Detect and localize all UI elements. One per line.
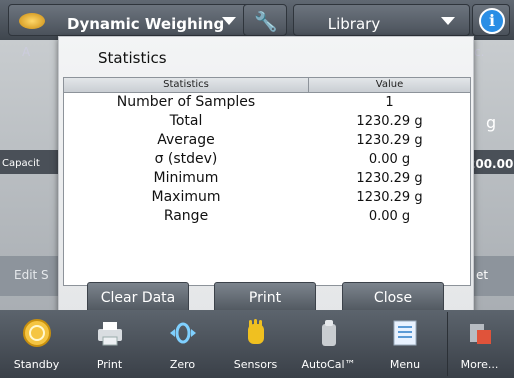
library-selector[interactable]: Library — [293, 4, 470, 36]
standby-button[interactable]: Standby — [0, 310, 73, 378]
print-dock-button[interactable]: Print — [73, 310, 146, 378]
wrench-icon: 🔧 — [254, 11, 278, 33]
menu-label: Menu — [389, 358, 421, 371]
dialog-title: Statistics — [98, 49, 167, 67]
balance-screen: A c. g Capacit 200.00 Edit S et Dynamic … — [0, 0, 514, 378]
mode-dropdown-icon — [222, 17, 236, 25]
stat-value: 1230.29 g — [356, 171, 423, 186]
column-header-statistics: Statistics — [163, 79, 209, 90]
sensors-label: Sensors — [233, 358, 278, 371]
sensors-button[interactable]: Sensors — [219, 310, 292, 378]
printer-icon — [97, 322, 122, 346]
dynamic-weighing-icon — [19, 13, 45, 29]
set-button-label: et — [476, 268, 489, 282]
more-button[interactable]: More... — [445, 310, 514, 378]
weight-unit: g — [486, 113, 497, 132]
more-icon — [469, 324, 491, 344]
hand-sensor-icon — [247, 319, 264, 344]
statistics-table: Statistics Value Number of Samples 1 Tot… — [63, 77, 471, 286]
table-header: Statistics Value — [64, 78, 470, 93]
info-icon: i — [479, 8, 505, 34]
column-header-value: Value — [375, 79, 404, 90]
table-row: Range 0.00 g — [64, 207, 470, 226]
capacity-label: Capacit — [2, 158, 40, 169]
stat-value: 1230.29 g — [356, 114, 423, 129]
table-row: Average 1230.29 g — [64, 131, 470, 150]
top-bar: Dynamic Weighing 🔧 Library i — [0, 0, 514, 40]
edit-button-label: Edit S — [14, 268, 49, 282]
calibration-weight-icon — [321, 320, 336, 346]
zero-label: Zero — [169, 358, 196, 371]
menu-button[interactable]: Menu — [365, 310, 445, 378]
autocal-label: AutoCal™ — [301, 358, 356, 371]
stat-value: 1 — [385, 95, 394, 110]
stat-name: σ (stdev) — [154, 151, 218, 167]
info-button[interactable]: i — [472, 4, 510, 36]
bottom-toolbar: Standby Print Zero Sensors AutoCal™ Menu… — [0, 310, 514, 378]
table-row: Number of Samples 1 — [64, 93, 470, 112]
dock-separator — [447, 312, 448, 376]
standby-label: Standby — [13, 358, 60, 371]
table-row: Maximum 1230.29 g — [64, 188, 470, 207]
stat-name: Minimum — [153, 170, 219, 186]
library-label: Library — [327, 15, 381, 33]
table-row: Total 1230.29 g — [64, 112, 470, 131]
tools-button[interactable]: 🔧 — [243, 4, 287, 36]
mode-label: Dynamic Weighing — [67, 15, 225, 33]
menu-icon — [393, 320, 417, 346]
background-peek-right: c. — [474, 45, 485, 59]
print-label: Print — [96, 358, 123, 371]
stat-name: Average — [157, 132, 215, 148]
stat-value: 0.00 g — [368, 209, 411, 224]
library-dropdown-icon — [441, 17, 455, 25]
stat-name: Range — [163, 208, 209, 224]
stat-name: Maximum — [151, 189, 221, 205]
standby-icon — [22, 319, 51, 347]
table-row: σ (stdev) 0.00 g — [64, 150, 470, 169]
stat-value: 1230.29 g — [356, 133, 423, 148]
table-row: Minimum 1230.29 g — [64, 169, 470, 188]
stat-name: Total — [169, 113, 203, 129]
stat-value: 0.00 g — [368, 152, 411, 167]
mode-selector[interactable]: Dynamic Weighing — [8, 4, 279, 36]
more-label: More... — [460, 358, 499, 371]
stat-value: 1230.29 g — [356, 190, 423, 205]
zero-icon — [169, 322, 196, 344]
background-peek-left: A — [22, 45, 31, 59]
statistics-dialog: Statistics Statistics Value Number of Sa… — [58, 36, 474, 320]
autocal-button[interactable]: AutoCal™ — [292, 310, 365, 378]
stat-name: Number of Samples — [116, 94, 256, 110]
zero-button[interactable]: Zero — [146, 310, 219, 378]
